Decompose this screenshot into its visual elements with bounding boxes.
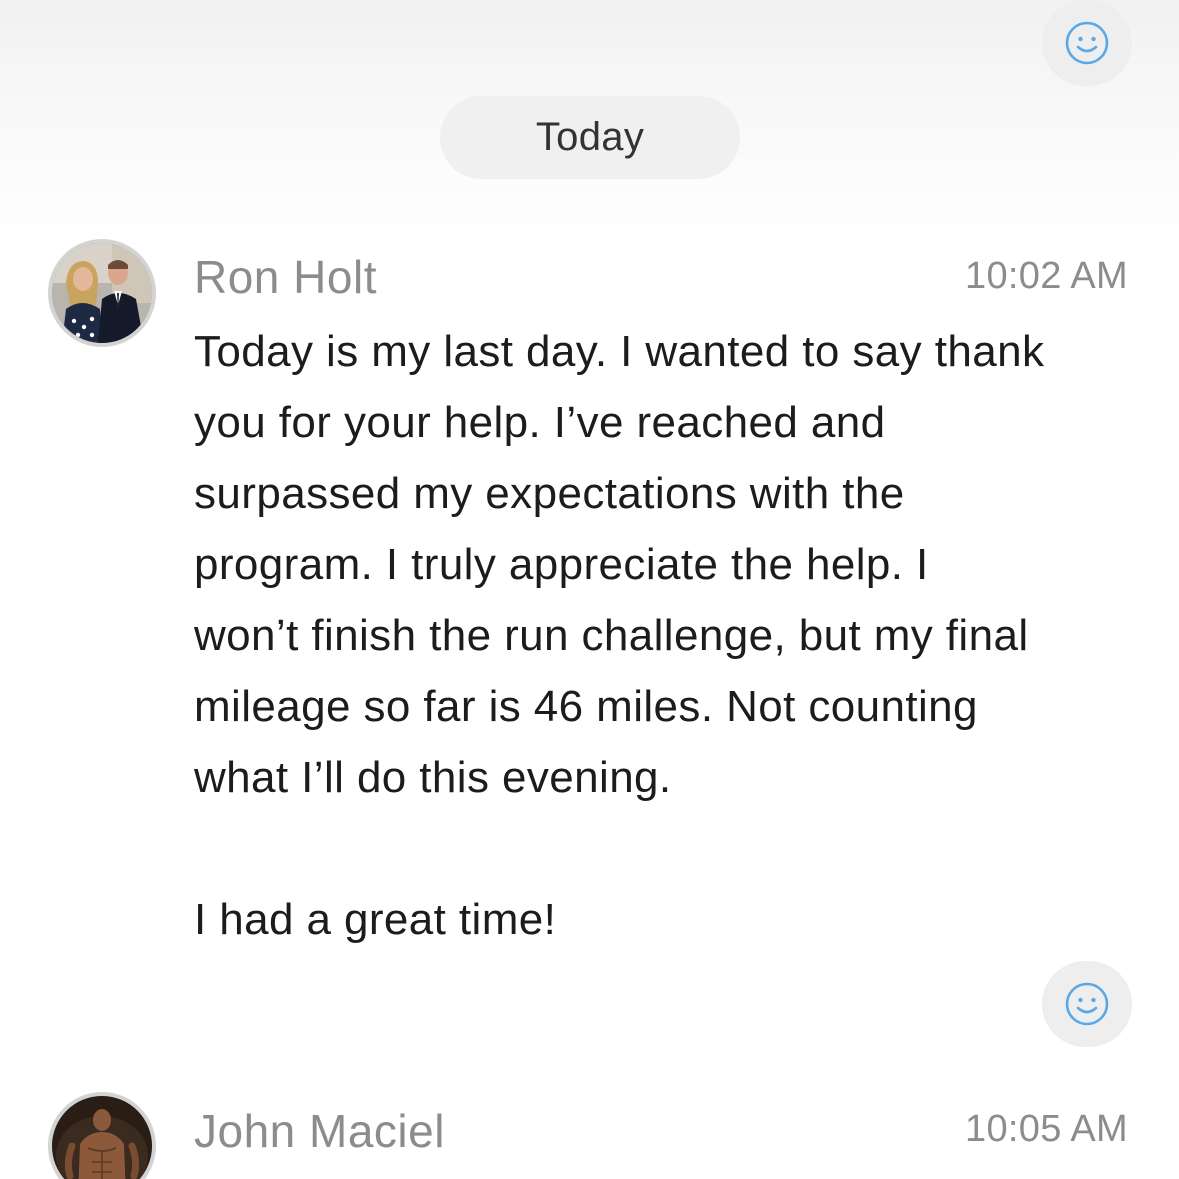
message-timestamp: 10:05 AM [965,1108,1128,1150]
message-line: surpassed my expectations with the [194,469,905,518]
message-timestamp: 10:02 AM [965,255,1128,297]
message-line: you for your help. I’ve reached and [194,398,886,447]
message-line: what I’ll do this evening. [194,753,672,802]
smiley-icon [1065,21,1109,65]
message-line: I had a great time! [194,895,557,944]
message-line: program. I truly appreciate the help. I [194,540,929,589]
smiley-icon [1065,982,1109,1026]
avatar[interactable] [48,239,156,347]
sender-name[interactable]: John Maciel [194,1104,445,1158]
sender-name[interactable]: Ron Holt [194,250,377,304]
message-line: mileage so far is 46 miles. Not counting [194,682,978,731]
message-line: won’t finish the run challenge, but my f… [194,611,1029,660]
date-separator-label: Today [535,115,645,159]
ron-holt-avatar-photo [52,243,152,343]
john-maciel-avatar-photo [52,1096,152,1179]
reaction-button[interactable] [1042,961,1132,1047]
avatar[interactable] [48,1092,156,1179]
date-separator: Today [440,96,740,179]
reaction-button[interactable] [1042,0,1132,86]
message-body: Today is my last day. I wanted to say th… [194,316,1134,955]
chat-screen: Today Ron Holt 10:02 AM Today is my last… [0,0,1179,1179]
message-line: Today is my last day. I wanted to say th… [194,327,1045,376]
